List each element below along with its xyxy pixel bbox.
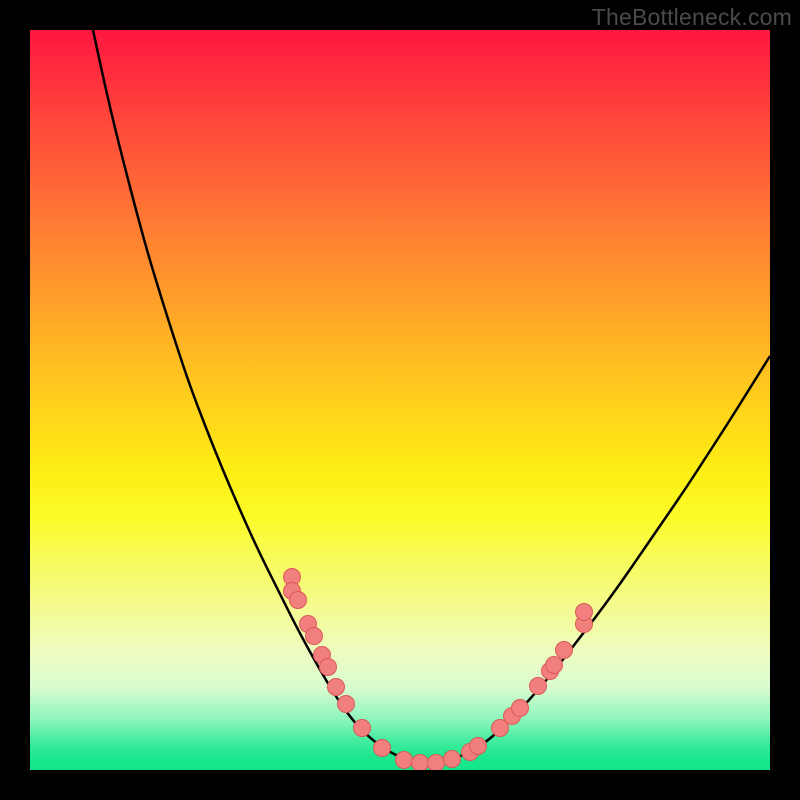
data-dot bbox=[428, 755, 445, 771]
data-dot bbox=[328, 679, 345, 696]
bottleneck-curve bbox=[93, 30, 770, 763]
data-dot bbox=[290, 592, 307, 609]
data-dot bbox=[556, 642, 573, 659]
data-dot bbox=[576, 604, 593, 621]
data-dot bbox=[374, 740, 391, 757]
data-dot bbox=[530, 678, 547, 695]
curve-layer bbox=[30, 30, 770, 770]
data-dot bbox=[546, 657, 563, 674]
attribution-text: TheBottleneck.com bbox=[592, 4, 792, 31]
chart-frame: TheBottleneck.com bbox=[0, 0, 800, 800]
data-dot bbox=[444, 751, 461, 768]
data-dot bbox=[354, 720, 371, 737]
plot-area bbox=[30, 30, 770, 770]
data-dot bbox=[396, 752, 413, 769]
data-dot bbox=[338, 696, 355, 713]
data-dot bbox=[412, 755, 429, 771]
data-dot bbox=[320, 659, 337, 676]
data-dot bbox=[470, 738, 487, 755]
data-dot bbox=[512, 700, 529, 717]
data-dot bbox=[306, 628, 323, 645]
data-dots bbox=[284, 569, 593, 771]
